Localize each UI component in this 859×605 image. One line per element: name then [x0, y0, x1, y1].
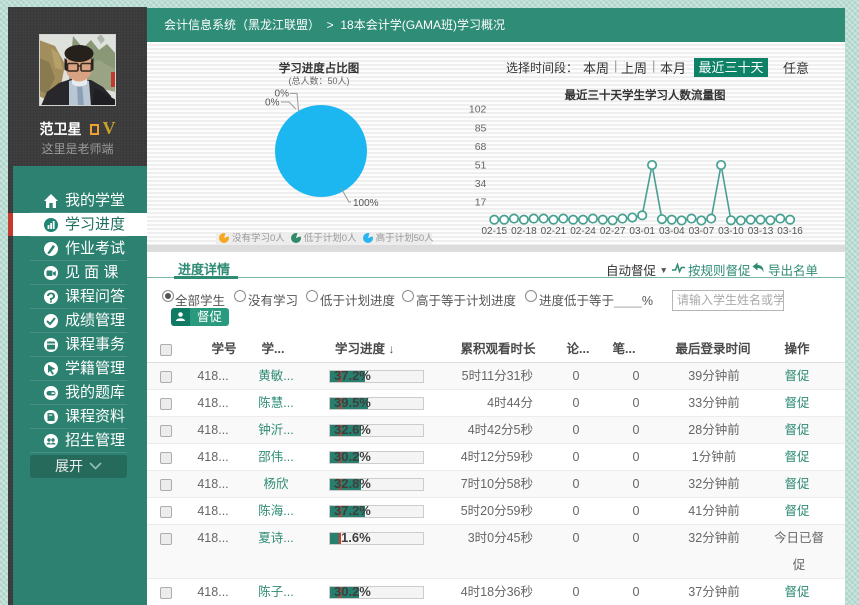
svg-text:03-10: 03-10	[718, 226, 744, 237]
svg-text:17: 17	[475, 197, 487, 209]
svg-text:02-24: 02-24	[570, 226, 596, 237]
svg-text:03-16: 03-16	[777, 226, 803, 237]
svg-text:51: 51	[475, 160, 487, 172]
svg-text:03-01: 03-01	[629, 226, 655, 237]
svg-text:68: 68	[475, 141, 487, 153]
svg-text:0%: 0%	[265, 98, 280, 109]
svg-text:02-21: 02-21	[541, 226, 567, 237]
svg-text:02-15: 02-15	[482, 226, 508, 237]
svg-text:85: 85	[475, 122, 487, 134]
svg-text:03-04: 03-04	[659, 226, 685, 237]
svg-text:02-18: 02-18	[511, 226, 537, 237]
svg-text:02-27: 02-27	[600, 226, 626, 237]
svg-text:03-13: 03-13	[748, 226, 774, 237]
svg-text:100%: 100%	[353, 198, 379, 209]
svg-text:03-07: 03-07	[689, 226, 715, 237]
svg-text:34: 34	[475, 178, 487, 190]
svg-text:102: 102	[469, 104, 487, 116]
